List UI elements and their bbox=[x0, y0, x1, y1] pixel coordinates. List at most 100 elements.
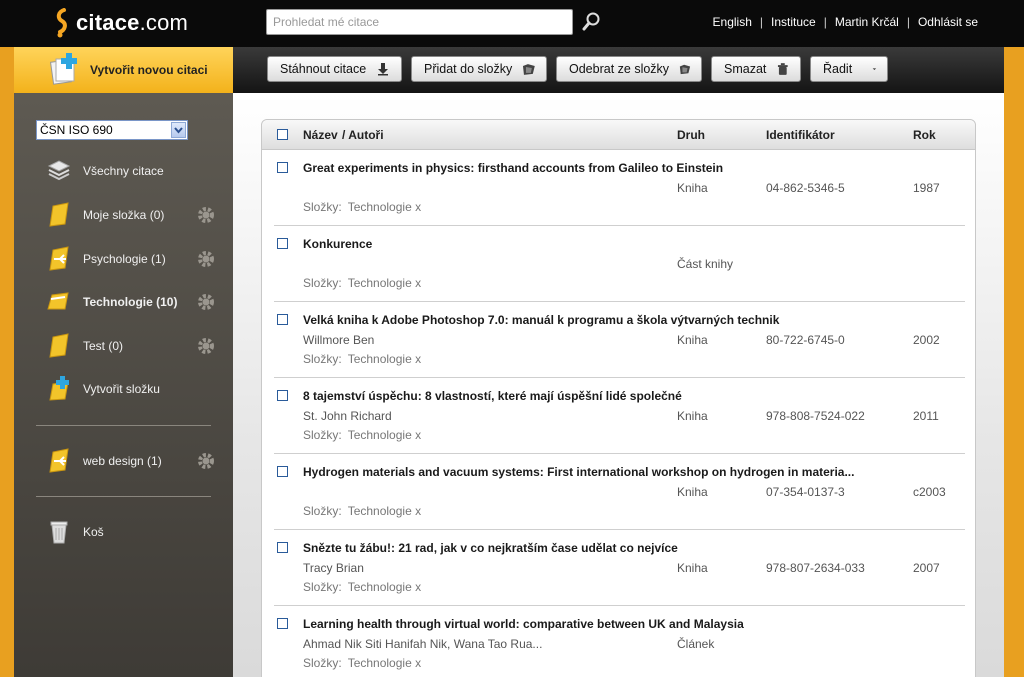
row-checkbox[interactable] bbox=[277, 238, 288, 249]
folder-plus-icon bbox=[49, 376, 69, 401]
citation-author: Tracy Brian bbox=[303, 561, 364, 575]
row-checkbox[interactable] bbox=[277, 466, 288, 477]
top-nav: English | Instituce | Martin Krčál | Odh… bbox=[713, 15, 978, 29]
row-checkbox[interactable] bbox=[277, 390, 288, 401]
citation-kind: Článek bbox=[677, 637, 715, 651]
table-row[interactable]: Great experiments in physics: firsthand … bbox=[262, 150, 975, 226]
right-border bbox=[1004, 47, 1024, 677]
gear-icon[interactable] bbox=[196, 336, 216, 356]
shared-folder-icon bbox=[49, 448, 69, 473]
citation-year: 1987 bbox=[913, 181, 940, 195]
sidebar-item-label: Vytvořit složku bbox=[83, 382, 160, 396]
sidebar-item-label: Moje složka (0) bbox=[83, 208, 165, 222]
add-to-folder-button[interactable]: Přidat do složky bbox=[411, 56, 547, 82]
citation-author: St. John Richard bbox=[303, 409, 392, 423]
citation-kind: Kniha bbox=[677, 409, 708, 423]
header-identifier[interactable]: Identifikátor bbox=[766, 128, 835, 142]
citation-title[interactable]: 8 tajemství úspěchu: 8 vlastností, které… bbox=[303, 389, 682, 403]
nav-logout[interactable]: Odhlásit se bbox=[918, 15, 978, 29]
citation-identifier: 80-722-6745-0 bbox=[766, 333, 845, 347]
site-logo[interactable]: citace.com bbox=[52, 6, 188, 40]
header-kind[interactable]: Druh bbox=[677, 128, 705, 142]
folders-label: Složky: bbox=[303, 428, 342, 442]
citation-kind: Kniha bbox=[677, 561, 708, 575]
citation-identifier: 04-862-5346-5 bbox=[766, 181, 845, 195]
sidebar-item-trash[interactable]: Koš bbox=[46, 517, 226, 547]
citation-identifier: 978-808-7524-022 bbox=[766, 409, 865, 423]
main-content: Název / Autoři Druh Identifikátor Rok Gr… bbox=[233, 93, 1004, 677]
citation-title[interactable]: Learning health through virtual world: c… bbox=[303, 617, 744, 631]
sidebar-item-create-folder[interactable]: Vytvořit složku bbox=[46, 374, 226, 404]
folder-tag[interactable]: Technologie x bbox=[348, 276, 421, 290]
sidebar-item-moje-slozka[interactable]: Moje složka (0) bbox=[46, 200, 226, 230]
select-all-checkbox[interactable] bbox=[277, 129, 288, 140]
table-row[interactable]: Learning health through virtual world: c… bbox=[262, 606, 975, 677]
citation-author: Ahmad Nik Siti Hanifah Nik, Wana Tao Rua… bbox=[303, 637, 543, 651]
new-document-plus-icon bbox=[50, 53, 77, 85]
header-name[interactable]: Název bbox=[303, 128, 338, 142]
sidebar-item-all-citations[interactable]: Všechny citace bbox=[46, 156, 226, 186]
sidebar-item-web-design[interactable]: web design (1) bbox=[46, 446, 226, 476]
folder-tag[interactable]: Technologie x bbox=[348, 352, 421, 366]
folder-tag[interactable]: Technologie x bbox=[348, 504, 421, 518]
new-citation-button[interactable]: Vytvořit novou citaci bbox=[14, 47, 233, 93]
left-border bbox=[0, 47, 14, 677]
nav-instituce[interactable]: Instituce bbox=[771, 15, 816, 29]
citation-title[interactable]: Velká kniha k Adobe Photoshop 7.0: manuá… bbox=[303, 313, 779, 327]
nav-user[interactable]: Martin Krčál bbox=[835, 15, 899, 29]
chevron-down-icon[interactable] bbox=[171, 122, 186, 138]
delete-button[interactable]: Smazat bbox=[711, 56, 801, 82]
sidebar-item-test[interactable]: Test (0) bbox=[46, 331, 226, 361]
sort-label: Řadit bbox=[823, 62, 853, 76]
sidebar-item-label: Technologie (10) bbox=[83, 295, 178, 309]
nav-english[interactable]: English bbox=[713, 15, 752, 29]
citation-title[interactable]: Hydrogen materials and vacuum systems: F… bbox=[303, 465, 854, 479]
header-year[interactable]: Rok bbox=[913, 128, 936, 142]
citation-title[interactable]: Snězte tu žábu!: 21 rad, jak v co nejkra… bbox=[303, 541, 678, 555]
row-checkbox[interactable] bbox=[277, 542, 288, 553]
folder-tag[interactable]: Technologie x bbox=[348, 200, 421, 214]
search-input[interactable]: Prohledat mé citace bbox=[266, 9, 573, 35]
search-icon[interactable] bbox=[582, 11, 602, 33]
row-checkbox[interactable] bbox=[277, 314, 288, 325]
download-citations-button[interactable]: Stáhnout citace bbox=[267, 56, 402, 82]
gear-icon[interactable] bbox=[196, 249, 216, 269]
sidebar-item-technologie[interactable]: Technologie (10) bbox=[46, 287, 226, 317]
citation-title[interactable]: Great experiments in physics: firsthand … bbox=[303, 161, 723, 175]
remove-from-folder-button[interactable]: Odebrat ze složky bbox=[556, 56, 702, 82]
citation-style-select[interactable]: ČSN ISO 690 bbox=[36, 120, 188, 140]
table-row[interactable]: Konkurence Část knihy Složky: Technologie x bbox=[262, 226, 975, 302]
sidebar-item-psychologie[interactable]: Psychologie (1) bbox=[46, 244, 226, 274]
citation-kind: Kniha bbox=[677, 333, 708, 347]
folder-tag[interactable]: Technologie x bbox=[348, 656, 421, 670]
folder-icon bbox=[49, 202, 69, 227]
citation-list: Název / Autoři Druh Identifikátor Rok Gr… bbox=[261, 119, 976, 677]
sidebar-item-label: web design (1) bbox=[83, 454, 162, 468]
gear-icon[interactable] bbox=[196, 205, 216, 225]
chevron-down-icon bbox=[872, 68, 877, 71]
sort-button[interactable]: Řadit bbox=[810, 56, 888, 82]
header-authors[interactable]: / Autoři bbox=[342, 128, 384, 142]
row-checkbox[interactable] bbox=[277, 162, 288, 173]
table-row[interactable]: Hydrogen materials and vacuum systems: F… bbox=[262, 454, 975, 530]
gear-icon[interactable] bbox=[196, 292, 216, 312]
citation-kind: Kniha bbox=[677, 485, 708, 499]
open-folder-icon bbox=[47, 292, 69, 310]
citation-folders: Složky: Technologie x bbox=[303, 580, 421, 594]
table-row[interactable]: Snězte tu žábu!: 21 rad, jak v co nejkra… bbox=[262, 530, 975, 606]
sidebar-item-label: Všechny citace bbox=[83, 164, 164, 178]
table-row[interactable]: Velká kniha k Adobe Photoshop 7.0: manuá… bbox=[262, 302, 975, 378]
trash-icon bbox=[778, 63, 789, 75]
sidebar-item-label: Test (0) bbox=[83, 339, 124, 353]
citation-title[interactable]: Konkurence bbox=[303, 237, 372, 251]
folder-tag[interactable]: Technologie x bbox=[348, 428, 421, 442]
folder-tag[interactable]: Technologie x bbox=[348, 580, 421, 594]
gear-icon[interactable] bbox=[196, 451, 216, 471]
citation-year: c2003 bbox=[913, 485, 946, 499]
sidebar-item-label: Psychologie (1) bbox=[83, 252, 166, 266]
nav-separator: | bbox=[906, 15, 910, 29]
folders-label: Složky: bbox=[303, 580, 342, 594]
citation-year: 2002 bbox=[913, 333, 940, 347]
row-checkbox[interactable] bbox=[277, 618, 288, 629]
table-row[interactable]: 8 tajemství úspěchu: 8 vlastností, které… bbox=[262, 378, 975, 454]
